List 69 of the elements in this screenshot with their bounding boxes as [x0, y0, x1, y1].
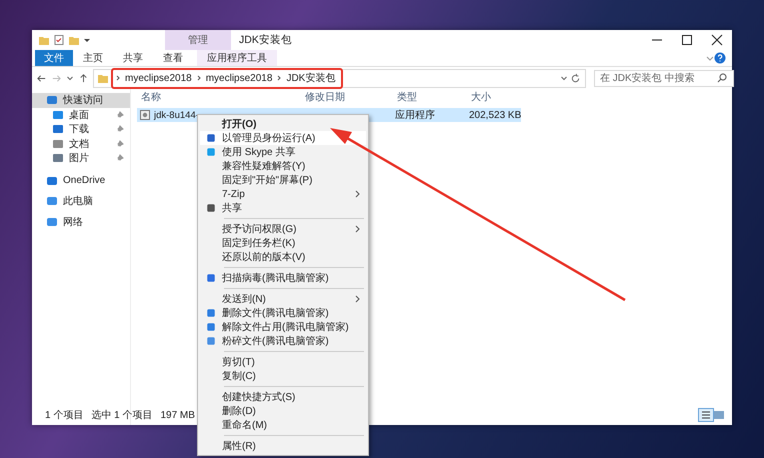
sidebar-item[interactable]: 文档	[32, 136, 130, 151]
file-tab[interactable]: 文件	[35, 50, 73, 66]
sidebar-item[interactable]: 桌面	[32, 108, 130, 122]
ribbon-tab[interactable]: 主页	[73, 50, 113, 66]
chevron-icon[interactable]	[276, 74, 282, 82]
search-field[interactable]: 在 JDK安装包 中搜索	[594, 70, 734, 86]
chevron-icon[interactable]	[196, 74, 202, 82]
installer-icon	[139, 109, 151, 121]
pin-icon[interactable]	[116, 125, 124, 134]
expand-ribbon-icon[interactable]	[706, 54, 714, 62]
column-header[interactable]: 名称	[137, 90, 301, 104]
menu-item[interactable]: 扫描病毒(腾讯电脑管家)	[200, 271, 366, 285]
breadcrumb-item[interactable]: myeclipse2018	[206, 72, 272, 84]
menu-item[interactable]: 固定到任务栏(K)	[200, 236, 366, 250]
column-header[interactable]: 大小	[467, 90, 537, 104]
window-title: JDK安装包	[238, 33, 293, 48]
pin-icon[interactable]	[116, 140, 124, 148]
folder-icon	[97, 72, 109, 84]
recent-locations-caret-icon[interactable]	[66, 74, 74, 82]
menu-item[interactable]: 复制(C)	[200, 369, 366, 383]
menu-item[interactable]: 以管理员身份运行(A)	[200, 131, 366, 145]
sidebar-item[interactable]: 快速访问	[32, 93, 130, 108]
chevron-icon[interactable]	[115, 74, 121, 82]
menu-item[interactable]: 固定到"开始"屏幕(P)	[200, 173, 366, 187]
sidebar-item[interactable]: 图片	[32, 151, 130, 166]
menu-item[interactable]: 粉碎文件(腾讯电脑管家)	[200, 334, 366, 348]
menu-item[interactable]: 共享	[200, 201, 366, 215]
pin-icon[interactable]	[116, 154, 124, 162]
breadcrumb-item[interactable]: myeclipse2018	[125, 72, 192, 84]
sidebar-item[interactable]: 网络	[32, 214, 130, 229]
contextual-tab-header: 管理	[165, 30, 231, 50]
pin-icon[interactable]	[116, 110, 124, 119]
ribbon-tab[interactable]: 共享	[113, 50, 153, 66]
column-header[interactable]: 类型	[393, 90, 467, 104]
refresh-icon[interactable]	[570, 72, 581, 84]
sidebar-item[interactable]: 此电脑	[32, 194, 130, 208]
menu-item[interactable]: 使用 Skype 共享	[200, 145, 366, 159]
selection-size: 197 MB	[160, 410, 195, 420]
up-arrow-icon[interactable]	[78, 72, 89, 84]
file-size: 202,523 KB	[468, 110, 522, 120]
menu-item[interactable]: 7-Zip	[200, 187, 366, 201]
address-bar[interactable]: myeclipse2018 myeclipse2018 JDK安装包	[93, 68, 586, 88]
menu-item[interactable]: 剪切(T)	[200, 355, 366, 369]
help-icon[interactable]	[714, 52, 726, 64]
menu-item[interactable]: 解除文件占用(腾讯电脑管家)	[200, 320, 366, 334]
menu-item[interactable]: 重命名(M)	[200, 418, 366, 432]
details-view-icon[interactable]	[698, 408, 714, 422]
menu-item[interactable]: 还原以前的版本(V)	[200, 250, 366, 264]
checklist-icon[interactable]	[53, 34, 65, 46]
breadcrumb-item[interactable]: JDK安装包	[286, 71, 336, 85]
file-type: 应用程序	[394, 108, 436, 122]
dropdown-caret-icon[interactable]	[83, 36, 91, 44]
menu-item[interactable]: 创建快捷方式(S)	[200, 390, 366, 404]
menu-item[interactable]: 发送到(N)	[200, 292, 366, 306]
menu-item[interactable]: 删除文件(腾讯电脑管家)	[200, 306, 366, 320]
menu-item[interactable]: 删除(D)	[200, 404, 366, 418]
dropdown-caret-icon[interactable]	[560, 74, 568, 82]
selection-count: 选中 1 个项目	[91, 408, 152, 422]
item-count: 1 个项目	[45, 409, 84, 422]
sidebar-item[interactable]: 下载	[32, 122, 130, 136]
menu-item[interactable]: 属性(R)	[200, 439, 366, 453]
column-header[interactable]: 修改日期	[301, 90, 393, 104]
menu-item[interactable]: 授予访问权限(G)	[200, 222, 366, 236]
file-name: jdk-8u144-	[154, 110, 199, 120]
ribbon-tab[interactable]: 查看	[153, 50, 193, 66]
menu-item[interactable]: 兼容性疑难解答(Y)	[200, 159, 366, 173]
back-arrow-icon[interactable]	[36, 72, 47, 84]
menu-item[interactable]: 打开(O)	[200, 117, 366, 131]
sidebar-item[interactable]: OneDrive	[32, 174, 130, 188]
